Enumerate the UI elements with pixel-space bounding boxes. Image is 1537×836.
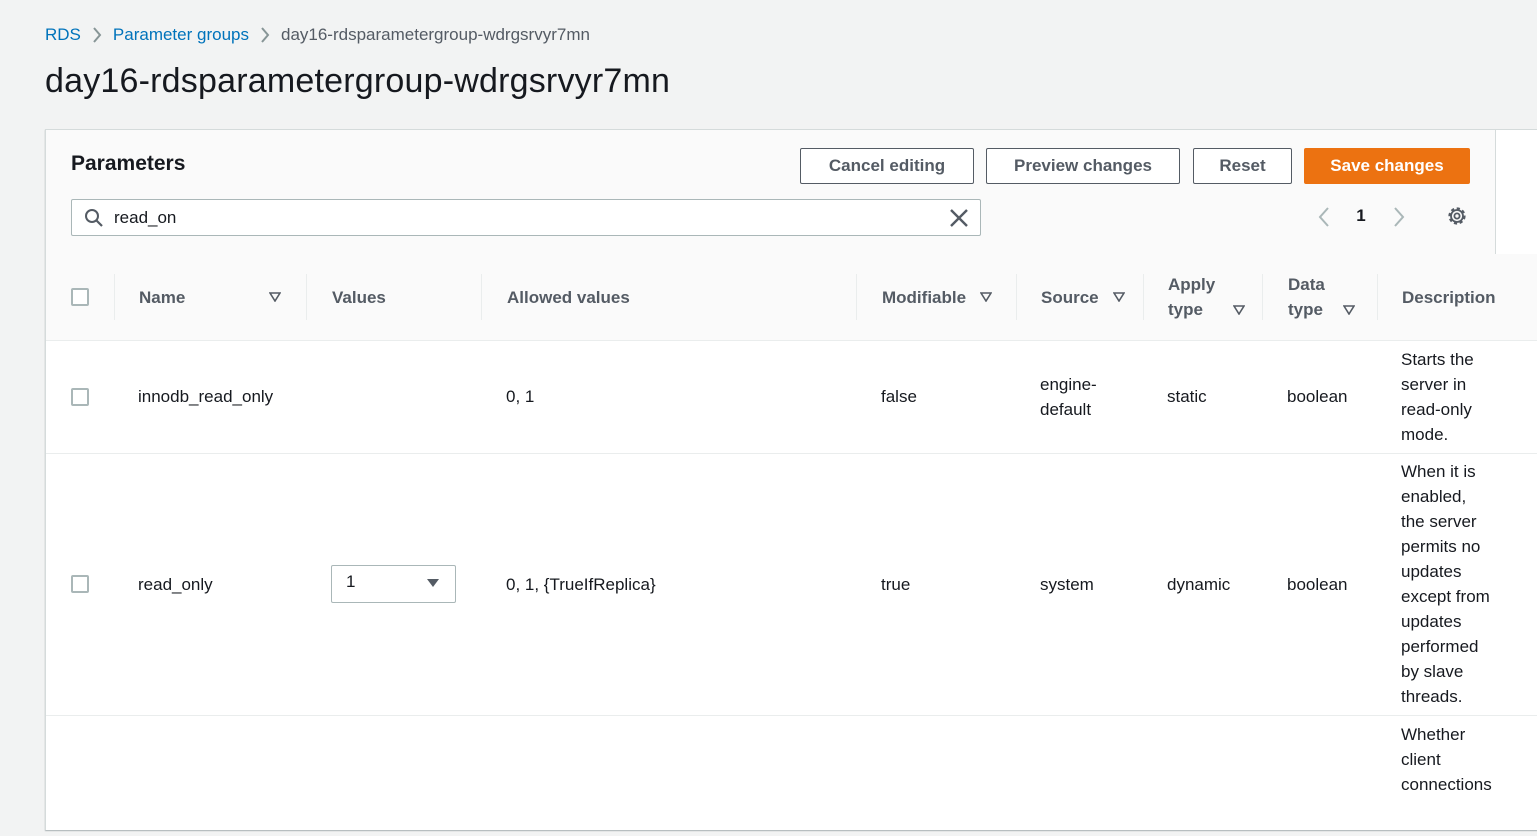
allowed-values: 0, 1, {TrueIfReplica} — [506, 575, 656, 594]
select-all-checkbox[interactable] — [71, 288, 89, 306]
caret-down-icon — [427, 579, 439, 587]
source: system — [1040, 575, 1094, 594]
sort-icon — [1342, 304, 1355, 315]
apply-type: dynamic — [1167, 575, 1231, 594]
source: engine- default — [1040, 375, 1097, 419]
description: Whether client connections — [1401, 725, 1492, 794]
parameters-table: Name Values Allowed values Modifiable So… — [46, 254, 1537, 836]
cancel-editing-button[interactable]: Cancel editing — [800, 148, 974, 184]
column-header-name[interactable]: Name — [139, 254, 284, 340]
data-type: boolean — [1287, 575, 1348, 594]
row-checkbox[interactable] — [71, 575, 89, 593]
column-header-data-type[interactable]: Data type — [1288, 254, 1355, 340]
parameters-container: Parameters Cancel editing Preview change… — [45, 129, 1537, 830]
search-input[interactable] — [114, 201, 934, 234]
column-header-source[interactable]: Source — [1041, 254, 1125, 340]
table-header: Name Values Allowed values Modifiable So… — [46, 254, 1537, 341]
breadcrumb-rds[interactable]: RDS — [45, 25, 81, 45]
column-header-description: Description — [1402, 287, 1496, 307]
sort-icon — [269, 292, 282, 302]
parameters-header: Parameters Cancel editing Preview change… — [46, 130, 1496, 254]
chevron-right-icon — [249, 27, 281, 43]
breadcrumb: RDS Parameter groups day16-rdsparameterg… — [45, 24, 590, 46]
table-row: read_only 1 0, 1, {TrueIfReplica} true s… — [46, 454, 1537, 716]
breadcrumb-parameter-groups[interactable]: Parameter groups — [113, 25, 249, 45]
row-checkbox[interactable] — [71, 388, 89, 406]
data-type: boolean — [1287, 387, 1348, 406]
search-icon — [85, 209, 103, 227]
column-header-modifiable[interactable]: Modifiable — [882, 254, 993, 340]
modifiable: true — [881, 575, 911, 594]
pagination-current-page[interactable]: 1 — [1346, 206, 1376, 226]
reset-button[interactable]: Reset — [1193, 148, 1292, 184]
chevron-left-icon[interactable] — [1316, 206, 1332, 228]
table-row: Whether client connections — [46, 716, 1537, 836]
table-row: innodb_read_only 0, 1 false engine- defa… — [46, 341, 1537, 454]
description: Starts the server in read-only mode. — [1401, 350, 1474, 444]
column-header-values: Values — [332, 287, 386, 307]
preview-changes-button[interactable]: Preview changes — [986, 148, 1180, 184]
chevron-right-icon[interactable] — [1391, 206, 1407, 228]
param-name: read_only — [138, 575, 213, 594]
column-header-apply-type[interactable]: Apply type — [1168, 254, 1246, 340]
modifiable: false — [881, 387, 917, 406]
page-title: day16-rdsparametergroup-wdrgsrvyr7mn — [45, 62, 671, 100]
apply-type: static — [1167, 387, 1207, 406]
allowed-values: 0, 1 — [506, 387, 535, 406]
column-header-allowed-values: Allowed values — [507, 287, 630, 307]
sort-icon — [1112, 292, 1125, 302]
value-select[interactable]: 1 — [331, 565, 456, 603]
gear-icon[interactable] — [1446, 205, 1468, 227]
breadcrumb-current: day16-rdsparametergroup-wdrgsrvyr7mn — [280, 25, 590, 44]
parameters-title: Parameters — [71, 152, 186, 175]
sort-icon — [1233, 304, 1246, 315]
search-field[interactable] — [71, 199, 981, 236]
param-name: innodb_read_only — [138, 387, 274, 406]
save-changes-button[interactable]: Save changes — [1304, 148, 1470, 184]
close-icon[interactable] — [948, 207, 970, 229]
sort-icon — [980, 292, 993, 302]
chevron-right-icon — [81, 27, 113, 43]
description: When it is enabled, the server permits n… — [1401, 462, 1490, 706]
